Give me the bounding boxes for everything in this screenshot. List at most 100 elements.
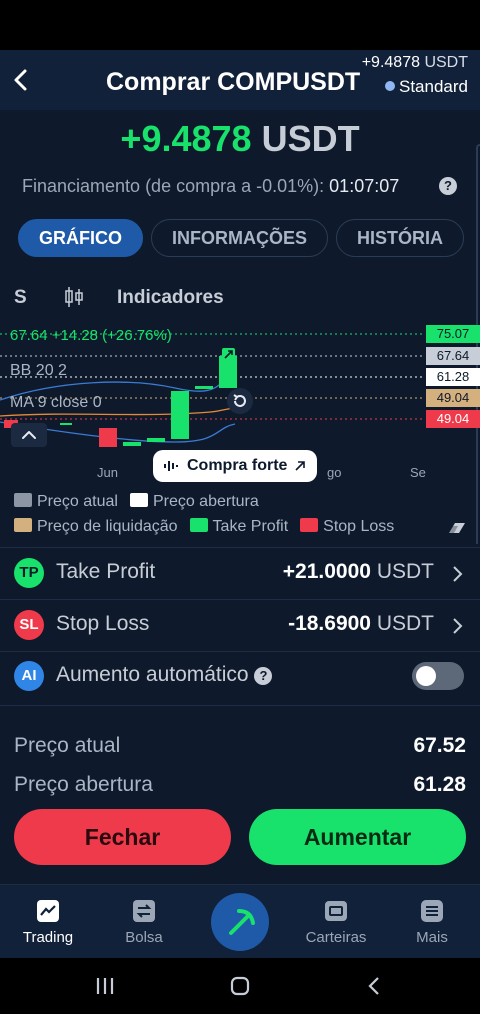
buy-marker-icon (222, 348, 235, 361)
current-price-label: Preço atual (14, 734, 121, 757)
auto-increase-icon: AI (14, 661, 44, 691)
legend-label: Stop Loss (323, 518, 395, 535)
legend-label: Take Profit (212, 518, 289, 535)
candle (123, 442, 141, 446)
nav-more-label: Mais (416, 929, 448, 946)
position-pnl-unit: USDT (261, 118, 360, 159)
position-pnl-value: +9.4878 (120, 118, 252, 159)
chevron-up-icon (22, 431, 36, 439)
close-position-button[interactable]: Fechar (14, 809, 231, 865)
eraser-icon[interactable] (446, 520, 468, 536)
stop-loss-amount: -18.6900 USDT (288, 612, 434, 636)
stop-loss-label: Stop Loss (56, 612, 150, 635)
indicators-button[interactable]: Indicadores (117, 287, 224, 309)
pickaxe-icon (229, 909, 255, 935)
stop-loss-value: -18.6900 (288, 612, 371, 635)
header-pnl: +9.4878 USDT (362, 54, 468, 72)
signal-wave-icon (164, 461, 178, 471)
signal-label: Compra forte (187, 457, 288, 474)
chevron-right-icon (453, 618, 463, 634)
x-axis-label: Se (410, 465, 426, 480)
nav-trading[interactable]: Trading (0, 899, 96, 946)
collapse-indicators-button[interactable] (11, 423, 47, 447)
chart-legend: Preço de liquidação Take Profit Stop Los… (14, 518, 394, 536)
take-profit-row[interactable]: TP Take Profit +21.0000 USDT (0, 548, 480, 600)
system-nav-bar (0, 958, 480, 1014)
stop-loss-icon: SL (14, 610, 44, 640)
auto-increase-help-icon[interactable]: ? (254, 667, 273, 685)
take-profit-amount: +21.0000 USDT (283, 560, 434, 584)
position-pnl: +9.4878 USDT (0, 118, 480, 160)
funding-label: Financiamento (de compra a -0.01%): (22, 176, 325, 196)
increase-position-button[interactable]: Aumentar (249, 809, 466, 865)
take-profit-label: Take Profit (56, 560, 156, 583)
wallet-icon (325, 901, 347, 921)
account-dot-icon (385, 81, 395, 91)
system-back-icon[interactable] (360, 974, 390, 998)
current-price-value: 67.52 (413, 734, 466, 757)
candlestick-type-icon[interactable] (64, 285, 84, 309)
open-price-tag: 61.28 (426, 368, 480, 386)
bottom-navigation: Trading Bolsa Carteiras Mais (0, 884, 480, 958)
timeframe-button[interactable]: S (14, 287, 27, 309)
legend-label: Preço atual (37, 493, 118, 510)
home-icon[interactable] (225, 974, 255, 998)
nav-more[interactable]: Mais (384, 899, 480, 946)
open-price-label: Preço abertura (14, 773, 153, 796)
divider (0, 705, 480, 706)
auto-increase-text: Aumento automático (56, 663, 249, 686)
funding-info: Financiamento (de compra a -0.01%): 01:0… (22, 176, 457, 197)
open-price-row: Preço abertura 61.28 (14, 773, 466, 797)
liquidation-price-tag: 49.04 (426, 389, 480, 407)
stop-loss-unit: USDT (376, 612, 434, 635)
bollinger-indicator-label[interactable]: BB 20 2 (10, 362, 67, 380)
top-bar: Comprar COMPUSDT +9.4878 USDT Standard (0, 50, 480, 110)
trading-chart-icon (37, 900, 59, 922)
open-price-value: 61.28 (413, 773, 466, 796)
nav-exchange[interactable]: Bolsa (96, 899, 192, 946)
auto-increase-row: AI Aumento automático ? (0, 651, 480, 703)
funding-help-icon[interactable]: ? (439, 177, 457, 195)
reset-chart-icon[interactable] (227, 388, 253, 414)
status-bar (0, 0, 480, 50)
header-pnl-unit: USDT (424, 54, 468, 71)
x-axis-label: Jun (97, 465, 118, 480)
chart-legend: Preço atual Preço abertura (14, 493, 259, 511)
tab-information[interactable]: INFORMAÇÕES (151, 219, 328, 257)
external-arrow-icon (295, 461, 306, 471)
back-arrow-icon[interactable] (8, 66, 36, 94)
current-price-row: Preço atual 67.52 (14, 734, 466, 758)
candle (195, 386, 213, 389)
legend-item: Preço abertura (129, 493, 259, 511)
stop-loss-row[interactable]: SL Stop Loss -18.6900 USDT (0, 600, 480, 652)
stop-loss-price-tag: 49.04 (426, 410, 480, 428)
header-pnl-value: +9.4878 (361, 54, 420, 71)
nav-exchange-label: Bolsa (125, 929, 163, 946)
legend-item: Preço atual (14, 493, 118, 511)
tab-history[interactable]: HISTÓRIA (336, 219, 465, 257)
auto-increase-toggle[interactable] (412, 662, 464, 690)
take-profit-icon: TP (14, 558, 44, 588)
candle (99, 428, 117, 447)
exchange-icon (133, 900, 155, 922)
recent-apps-icon[interactable] (90, 974, 120, 998)
account-type[interactable]: Standard (385, 77, 468, 97)
page-title: Comprar COMPUSDT (106, 68, 361, 96)
legend-label: Preço de liquidação (37, 518, 178, 535)
ma-indicator-label[interactable]: MA 9 close 0 (10, 394, 102, 412)
nav-mining[interactable] (211, 893, 269, 951)
signal-badge[interactable]: Compra forte (153, 450, 318, 482)
legend-item: Stop Loss (300, 518, 394, 536)
take-profit-unit: USDT (376, 560, 434, 583)
funding-countdown: 01:07:07 (329, 176, 400, 196)
tab-bar: GRÁFICO INFORMAÇÕES HISTÓRIA (18, 219, 465, 257)
chart-price-change: 67.64 +14.28 (+26.76%) (10, 327, 172, 344)
candle (171, 391, 189, 439)
nav-trading-label: Trading (22, 929, 74, 946)
take-profit-value: +21.0000 (282, 560, 371, 583)
account-type-label: Standard (399, 77, 468, 96)
candle (147, 438, 165, 442)
nav-wallets[interactable]: Carteiras (288, 899, 384, 946)
nav-wallets-label: Carteiras (305, 929, 367, 946)
tab-chart[interactable]: GRÁFICO (18, 219, 143, 257)
